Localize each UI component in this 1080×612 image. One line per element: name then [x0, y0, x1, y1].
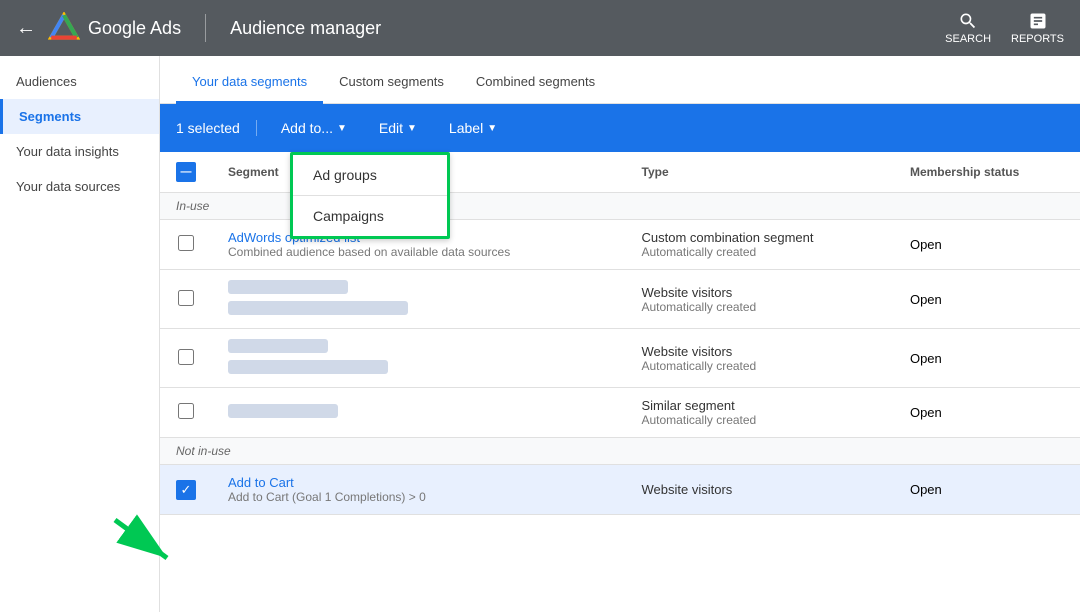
row-3-status: Open: [894, 329, 1080, 388]
row-3-segment-desc-blurred: [228, 360, 388, 374]
row-3-segment: [212, 329, 626, 388]
add-to-dropdown-arrow: ▼: [337, 123, 347, 134]
row-4-segment: [212, 388, 626, 438]
main-content: Your data segments Custom segments Combi…: [160, 56, 1080, 612]
section-not-in-use: Not in-use: [160, 438, 1080, 465]
google-ads-logo: [48, 12, 80, 44]
reports-button[interactable]: REPORTS: [1011, 11, 1064, 45]
select-all-checkbox[interactable]: [176, 162, 196, 182]
header-divider: [205, 14, 206, 42]
add-to-button[interactable]: Add to... ▼: [269, 114, 359, 142]
table-row: Website visitors Automatically created O…: [160, 329, 1080, 388]
toolbar: 1 selected Add to... ▼ Edit ▼ Label ▼ Ad…: [160, 104, 1080, 152]
row-1-type: Custom combination segment Automatically…: [626, 220, 894, 270]
dropdown-item-campaigns[interactable]: Campaigns: [293, 196, 447, 236]
search-button[interactable]: SEARCH: [945, 11, 991, 45]
row-2-checkbox-cell: [160, 270, 212, 329]
row-2-segment: [212, 270, 626, 329]
table-row: Website visitors Automatically created O…: [160, 270, 1080, 329]
sidebar: Audiences Segments Your data insights Yo…: [0, 56, 160, 612]
row-5-checkbox-cell: [160, 465, 212, 515]
sidebar-item-your-data-insights[interactable]: Your data insights: [0, 134, 159, 169]
row-5-status: Open: [894, 465, 1080, 515]
row-1-segment-desc: Combined audience based on available dat…: [228, 245, 610, 259]
row-1-status: Open: [894, 220, 1080, 270]
row-5-segment-desc: Add to Cart (Goal 1 Completions) > 0: [228, 490, 610, 504]
back-button[interactable]: ←: [16, 17, 36, 40]
table-header-type: Type: [626, 152, 894, 193]
label-button[interactable]: Label ▼: [437, 114, 509, 142]
reports-label: REPORTS: [1011, 33, 1064, 45]
sidebar-item-segments[interactable]: Segments: [0, 99, 159, 134]
tab-your-data-segments[interactable]: Your data segments: [176, 62, 323, 104]
reports-icon: [1028, 11, 1048, 31]
row-1-checkbox-cell: [160, 220, 212, 270]
table-row: Similar segment Automatically created Op…: [160, 388, 1080, 438]
label-dropdown-arrow: ▼: [487, 123, 497, 134]
row-4-segment-name-blurred: [228, 404, 338, 418]
row-3-segment-name-blurred: [228, 339, 328, 353]
row-5-segment-name[interactable]: Add to Cart: [228, 475, 610, 490]
row-4-checkbox-cell: [160, 388, 212, 438]
row-3-checkbox[interactable]: [178, 349, 194, 365]
row-2-segment-desc-blurred: [228, 301, 408, 315]
row-4-type: Similar segment Automatically created: [626, 388, 894, 438]
row-3-checkbox-cell: [160, 329, 212, 388]
selected-count: 1 selected: [176, 120, 257, 136]
add-to-dropdown-menu: Ad groups Campaigns: [290, 152, 450, 239]
sidebar-item-your-data-sources[interactable]: Your data sources: [0, 169, 159, 204]
dropdown-item-ad-groups[interactable]: Ad groups: [293, 155, 447, 195]
row-1-checkbox[interactable]: [178, 235, 194, 251]
row-2-type: Website visitors Automatically created: [626, 270, 894, 329]
table-header-membership-status: Membership status: [894, 152, 1080, 193]
table-header-checkbox: [160, 152, 212, 193]
table-row-selected: Add to Cart Add to Cart (Goal 1 Completi…: [160, 465, 1080, 515]
search-icon: [958, 11, 978, 31]
row-5-type: Website visitors: [626, 465, 894, 515]
tab-combined-segments[interactable]: Combined segments: [460, 62, 611, 104]
search-label: SEARCH: [945, 33, 991, 45]
tabs-bar: Your data segments Custom segments Combi…: [160, 56, 1080, 104]
row-5-segment: Add to Cart Add to Cart (Goal 1 Completi…: [212, 465, 626, 515]
row-5-checkbox-checked[interactable]: [176, 480, 196, 500]
row-4-checkbox[interactable]: [178, 403, 194, 419]
page-title: Audience manager: [230, 18, 945, 39]
row-2-status: Open: [894, 270, 1080, 329]
row-3-type: Website visitors Automatically created: [626, 329, 894, 388]
tab-custom-segments[interactable]: Custom segments: [323, 62, 460, 104]
top-header: ← Google Ads Audience manager SEARCH REP…: [0, 0, 1080, 56]
main-layout: Audiences Segments Your data insights Yo…: [0, 56, 1080, 612]
row-2-segment-name-blurred: [228, 280, 348, 294]
row-4-status: Open: [894, 388, 1080, 438]
app-name: Google Ads: [88, 18, 181, 39]
edit-dropdown-arrow: ▼: [407, 123, 417, 134]
sidebar-item-audiences[interactable]: Audiences: [0, 64, 159, 99]
row-2-checkbox[interactable]: [178, 290, 194, 306]
edit-button[interactable]: Edit ▼: [367, 114, 429, 142]
header-actions: SEARCH REPORTS: [945, 11, 1064, 45]
